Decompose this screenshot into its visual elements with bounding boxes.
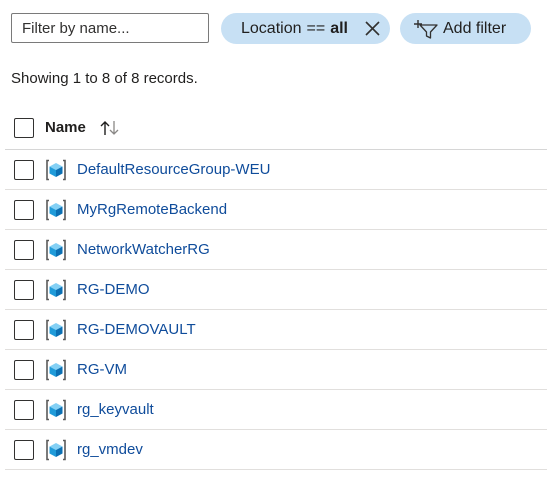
row-select-checkbox[interactable] bbox=[14, 240, 34, 260]
add-filter-label: Add filter bbox=[443, 19, 507, 37]
resource-group-icon bbox=[46, 199, 66, 221]
table-row: RG-DEMO bbox=[5, 270, 547, 310]
table-row: DefaultResourceGroup-WEU bbox=[5, 150, 547, 190]
resource-group-icon bbox=[46, 359, 66, 381]
close-icon[interactable] bbox=[364, 20, 381, 37]
table-row: NetworkWatcherRG bbox=[5, 230, 547, 270]
location-filter-key: Location bbox=[241, 19, 302, 37]
column-header-name[interactable]: Name bbox=[45, 119, 86, 136]
table-row: rg_keyvault bbox=[5, 390, 547, 430]
resource-group-link[interactable]: MyRgRemoteBackend bbox=[77, 201, 227, 218]
add-filter-icon bbox=[414, 19, 438, 39]
table-row: rg_vmdev bbox=[5, 430, 547, 470]
sort-arrows-icon[interactable] bbox=[99, 120, 121, 136]
resource-group-link[interactable]: RG-DEMOVAULT bbox=[77, 321, 196, 338]
row-select-checkbox[interactable] bbox=[14, 400, 34, 420]
resource-group-icon bbox=[46, 439, 66, 461]
row-select-checkbox[interactable] bbox=[14, 160, 34, 180]
filter-by-name-input[interactable] bbox=[11, 13, 209, 43]
resource-group-link[interactable]: RG-DEMO bbox=[77, 281, 150, 298]
records-summary: Showing 1 to 8 of 8 records. bbox=[11, 70, 198, 87]
resource-group-icon bbox=[46, 399, 66, 421]
row-select-checkbox[interactable] bbox=[14, 360, 34, 380]
table-header: Name bbox=[5, 108, 547, 150]
resource-group-link[interactable]: RG-VM bbox=[77, 361, 127, 378]
resource-group-icon bbox=[46, 159, 66, 181]
row-select-checkbox[interactable] bbox=[14, 320, 34, 340]
location-filter-pill[interactable]: Location == all bbox=[221, 13, 390, 44]
table-row: MyRgRemoteBackend bbox=[5, 190, 547, 230]
location-filter-operator: == bbox=[306, 19, 326, 37]
resource-group-link[interactable]: NetworkWatcherRG bbox=[77, 241, 210, 258]
resource-group-icon bbox=[46, 239, 66, 261]
row-select-checkbox[interactable] bbox=[14, 200, 34, 220]
add-filter-button[interactable]: Add filter bbox=[400, 13, 531, 44]
resource-group-link[interactable]: rg_keyvault bbox=[77, 401, 154, 418]
table-row: RG-VM bbox=[5, 350, 547, 390]
table-row: RG-DEMOVAULT bbox=[5, 310, 547, 350]
resource-group-icon bbox=[46, 319, 66, 341]
location-filter-value: all bbox=[330, 19, 348, 37]
row-select-checkbox[interactable] bbox=[14, 280, 34, 300]
resource-group-link[interactable]: DefaultResourceGroup-WEU bbox=[77, 161, 270, 178]
resource-group-link[interactable]: rg_vmdev bbox=[77, 441, 143, 458]
resource-group-icon bbox=[46, 279, 66, 301]
row-select-checkbox[interactable] bbox=[14, 440, 34, 460]
select-all-checkbox[interactable] bbox=[14, 118, 34, 138]
